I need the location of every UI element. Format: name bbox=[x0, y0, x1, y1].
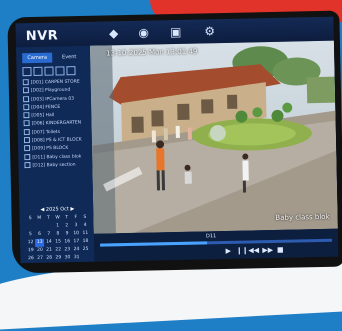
sidebar-tabs: Camera Event bbox=[22, 52, 84, 64]
calendar-day[interactable]: 31 bbox=[72, 254, 81, 262]
osd-camera-name: Baby class blok bbox=[275, 212, 330, 222]
calendar-day[interactable]: 1 bbox=[53, 222, 62, 230]
layout-1-icon[interactable] bbox=[22, 67, 32, 77]
calendar-weekday: S bbox=[83, 214, 87, 220]
sidebar: Camera Event [D01] CARPEN STORE [D02] Pl… bbox=[15, 45, 95, 264]
calendar-day[interactable]: 24 bbox=[72, 246, 81, 254]
calendar-day bbox=[35, 223, 44, 231]
calendar-day[interactable]: 15 bbox=[53, 238, 62, 246]
calendar-weekday: F bbox=[74, 215, 78, 221]
checkbox-icon[interactable] bbox=[22, 95, 30, 102]
scene-image bbox=[89, 40, 338, 234]
checkbox-icon[interactable] bbox=[23, 112, 30, 119]
calendar-weekday: T bbox=[65, 215, 69, 221]
file-icon[interactable]: ▣ bbox=[168, 24, 184, 40]
checkbox-icon[interactable] bbox=[23, 137, 30, 144]
calendar-day[interactable]: 23 bbox=[63, 246, 72, 254]
checkbox-icon[interactable] bbox=[24, 153, 31, 160]
stop-icon[interactable]: ■ bbox=[276, 246, 284, 254]
calendar-day[interactable]: 7 bbox=[44, 231, 53, 239]
calendar-weekday: M bbox=[37, 215, 42, 221]
calendar-header: ◀ 2025 Oct ▶ bbox=[25, 206, 89, 214]
rewind-icon[interactable]: ◀◀ bbox=[248, 246, 259, 254]
playback-icon[interactable]: ◉ bbox=[136, 24, 152, 40]
calendar-day bbox=[81, 254, 90, 262]
checkbox-icon[interactable] bbox=[22, 87, 29, 94]
calendar-day bbox=[26, 223, 35, 231]
calendar-prev-icon[interactable]: ◀ bbox=[40, 207, 44, 213]
nvr-screen: NVR ◆ ◉ ▣ ⚙ Camera Event [D01] CARPEN ST… bbox=[15, 16, 339, 264]
calendar-day[interactable]: 8 bbox=[53, 230, 62, 238]
monitor: NVR ◆ ◉ ▣ ⚙ Camera Event [D01] CARPEN ST… bbox=[7, 10, 342, 274]
calendar-day[interactable]: 4 bbox=[80, 222, 89, 230]
calendar-next-icon[interactable]: ▶ bbox=[70, 206, 74, 212]
camera-item[interactable]: [D12] Baby section bbox=[24, 161, 88, 171]
checkbox-icon[interactable] bbox=[22, 79, 29, 86]
calendar-day[interactable]: 5 bbox=[26, 231, 35, 239]
calendar-month: Oct bbox=[60, 206, 69, 213]
calendar-day[interactable]: 26 bbox=[26, 255, 35, 263]
calendar-day[interactable]: 2 bbox=[62, 222, 71, 230]
calendar-day[interactable]: 12 bbox=[26, 239, 35, 247]
playback-bar: D11 ▶ ❙❙ ◀◀ ▶▶ ■ bbox=[93, 228, 339, 262]
checkbox-icon[interactable] bbox=[23, 103, 30, 111]
calendar-weekday: S bbox=[28, 216, 32, 222]
calendar-day[interactable]: 17 bbox=[72, 238, 81, 246]
camera-video-feed[interactable]: 13-10-2025 Mon 13:01:49 Baby class blok bbox=[89, 40, 338, 234]
calendar-day[interactable]: 22 bbox=[54, 246, 63, 254]
calendar-year: 2025 bbox=[45, 206, 59, 213]
calendar-day[interactable]: 13 bbox=[35, 238, 45, 247]
calendar-weekday: T bbox=[46, 215, 50, 221]
calendar-day[interactable]: 27 bbox=[35, 255, 44, 263]
settings-gear-icon[interactable]: ⚙ bbox=[202, 23, 218, 39]
timeline-progress bbox=[100, 241, 207, 247]
calendar-day[interactable]: 21 bbox=[44, 247, 53, 255]
layout-9-icon[interactable] bbox=[44, 66, 54, 76]
app-title: NVR bbox=[25, 28, 59, 45]
play-icon[interactable]: ▶ bbox=[224, 247, 232, 255]
calendar-day[interactable]: 11 bbox=[81, 230, 90, 238]
camera-icon[interactable]: ◆ bbox=[106, 25, 122, 41]
calendar-day[interactable]: 6 bbox=[35, 231, 44, 239]
checkbox-icon[interactable] bbox=[24, 162, 31, 169]
calendar-day[interactable]: 18 bbox=[81, 238, 90, 246]
calendar-weekday: W bbox=[55, 215, 60, 221]
calendar-day[interactable]: 30 bbox=[63, 254, 72, 262]
channel-label: D11 bbox=[205, 233, 217, 240]
calendar-day[interactable]: 14 bbox=[44, 239, 53, 247]
calendar-day[interactable]: 20 bbox=[35, 247, 44, 255]
layout-4-icon[interactable] bbox=[33, 66, 43, 76]
calendar-day[interactable]: 19 bbox=[26, 247, 35, 255]
calendar-day[interactable]: 9 bbox=[62, 230, 71, 238]
layout-custom-icon[interactable] bbox=[66, 66, 76, 76]
camera-list: [D01] CARPEN STORE [D02] Playground [D03… bbox=[22, 78, 89, 171]
tab-event[interactable]: Event bbox=[54, 52, 84, 63]
checkbox-icon[interactable] bbox=[23, 128, 30, 135]
pause-icon[interactable]: ❙❙ bbox=[236, 247, 248, 255]
calendar-day[interactable]: 29 bbox=[54, 254, 63, 262]
calendar-day[interactable]: 28 bbox=[45, 255, 54, 263]
calendar-day[interactable]: 3 bbox=[71, 222, 80, 230]
calendar-day[interactable]: 25 bbox=[81, 246, 90, 254]
calendar-day bbox=[44, 223, 53, 231]
calendar-grid: S M T W T F S 1 2 3 4 5 6 7 8 9 10 11 12 13 14 15 16 17 18 19 20 21… bbox=[25, 214, 90, 263]
calendar-day[interactable]: 10 bbox=[72, 230, 81, 238]
layout-16-icon[interactable] bbox=[55, 66, 65, 76]
tab-camera[interactable]: Camera bbox=[22, 52, 53, 64]
checkbox-icon[interactable] bbox=[23, 120, 30, 127]
fast-forward-icon[interactable]: ▶▶ bbox=[262, 246, 273, 254]
calendar-day[interactable]: 16 bbox=[63, 238, 72, 246]
checkbox-icon[interactable] bbox=[24, 145, 31, 152]
